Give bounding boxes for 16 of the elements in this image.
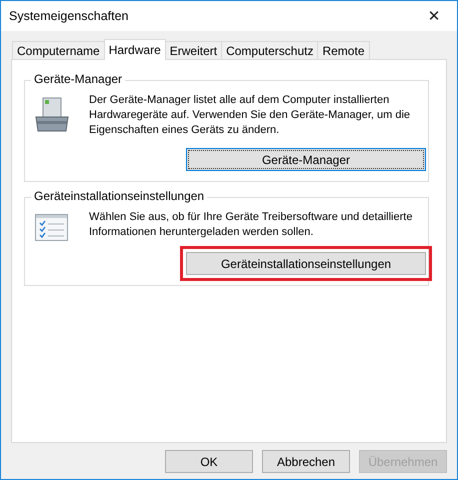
group-title: Geräteinstallationseinstellungen	[31, 189, 208, 203]
tab[interactable]: Hardware	[104, 39, 166, 60]
action-button[interactable]: Geräteinstallationseinstellungen	[186, 252, 426, 275]
group-title: Geräte-Manager	[31, 72, 126, 86]
window-title: Systemeigenschaften	[9, 9, 129, 23]
checklist-icon	[35, 214, 69, 242]
description-text: Der Geräte-Manager listet alle auf dem Computer installierten Hardwaregeräte auf. Verwenden Sie den Geräte-Manager, um die Eigenschaften eines Geräts zu ändern.	[89, 93, 412, 138]
close-button[interactable]: ✕	[411, 1, 457, 31]
action-button[interactable]: Geräte-Manager	[186, 148, 426, 171]
dialog-button[interactable]: Abbrechen	[262, 450, 350, 473]
tab[interactable]: Computername	[12, 41, 105, 59]
description-text: Wählen Sie aus, ob für Ihre Geräte Treibersoftware und detaillierte Informationen heruntergeladen werden sollen.	[89, 210, 414, 240]
computer-toolbox-icon	[35, 97, 69, 133]
dialog-button[interactable]: OK	[165, 450, 253, 473]
tab[interactable]: Computerschutz	[221, 41, 318, 59]
tab[interactable]: Remote	[317, 41, 370, 59]
